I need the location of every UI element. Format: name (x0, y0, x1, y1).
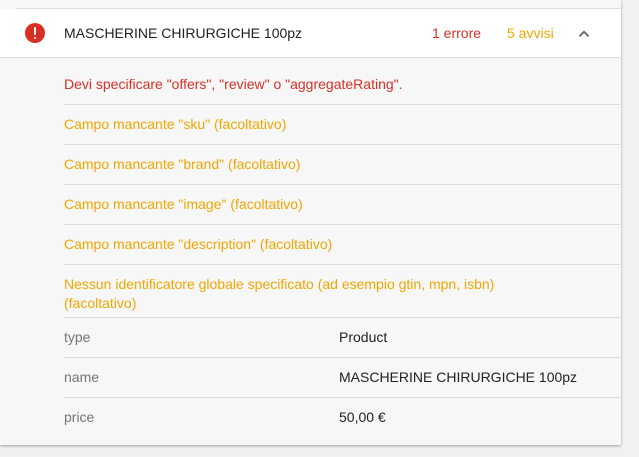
property-key: name (64, 369, 100, 385)
issue-text: Campo mancante "description" (facoltativ… (64, 236, 333, 252)
properties-table: type Product name MASCHERINE CHIRURGICHE… (64, 318, 621, 438)
property-row-name: name MASCHERINE CHIRURGICHE 100pz (64, 358, 621, 398)
property-key: price (64, 409, 95, 425)
issue-text: Campo mancante "brand" (facoltativo) (64, 156, 301, 172)
issues-list: Devi specificare "offers", "review" o "a… (64, 65, 621, 318)
item-header[interactable]: MASCHERINE CHIRURGICHE 100pz 1 errore 5 … (0, 9, 621, 58)
issue-text: Nessun identificatore globale specificat… (64, 276, 495, 311)
warning-count: 5 avvisi (507, 25, 554, 41)
issue-warning: Campo mancante "description" (facoltativ… (64, 225, 621, 265)
error-count: 1 errore (432, 25, 482, 41)
chevron-up-icon (578, 30, 590, 38)
property-value: MASCHERINE CHIRURGICHE 100pz (339, 369, 578, 385)
issue-error: Devi specificare "offers", "review" o "a… (64, 65, 621, 105)
item-title: MASCHERINE CHIRURGICHE 100pz (64, 25, 303, 41)
error-icon (25, 23, 45, 43)
property-value: 50,00 € (339, 409, 386, 425)
property-row-price: price 50,00 € (64, 398, 621, 438)
property-key: type (64, 329, 91, 345)
issue-warning: Nessun identificatore globale specificat… (64, 265, 621, 318)
issue-warning: Campo mancante "image" (facoltativo) (64, 185, 621, 225)
property-value: Product (339, 329, 388, 345)
collapse-button[interactable] (572, 21, 596, 45)
issue-text: Devi specificare "offers", "review" o "a… (64, 76, 403, 92)
property-row-type: type Product (64, 318, 621, 358)
issue-text: Campo mancante "image" (facoltativo) (64, 196, 303, 212)
structured-data-item-card: MASCHERINE CHIRURGICHE 100pz 1 errore 5 … (0, 0, 621, 445)
issue-warning: Campo mancante "brand" (facoltativo) (64, 145, 621, 185)
issue-warning: Campo mancante "sku" (facoltativo) (64, 105, 621, 145)
issue-text: Campo mancante "sku" (facoltativo) (64, 116, 287, 132)
